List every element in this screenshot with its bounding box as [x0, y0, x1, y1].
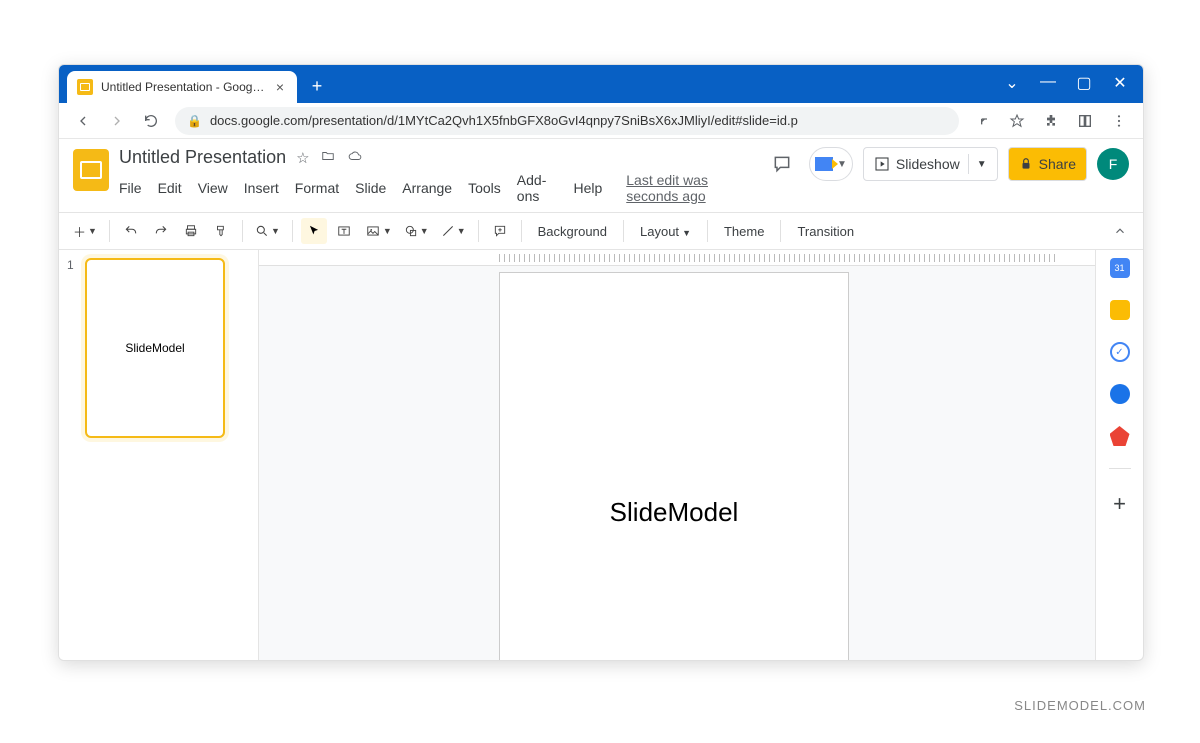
- keep-icon[interactable]: [1110, 300, 1130, 320]
- caret-down-icon: ▼: [837, 159, 847, 170]
- maximize-icon[interactable]: ▢: [1075, 73, 1093, 93]
- menu-arrange[interactable]: Arrange: [402, 180, 452, 196]
- background-button[interactable]: Background: [530, 224, 615, 239]
- slides-logo-icon[interactable]: [73, 149, 109, 191]
- transition-button[interactable]: Transition: [789, 224, 862, 239]
- slide-text: SlideModel: [610, 497, 739, 528]
- watermark: SLIDEMODEL.COM: [1014, 698, 1146, 713]
- window-controls: ⌄ — ▢ ✕: [1003, 73, 1143, 103]
- meet-button[interactable]: ▼: [809, 147, 853, 181]
- url-text: docs.google.com/presentation/d/1MYtCa2Qv…: [210, 113, 798, 128]
- thumbnail-preview: SlideModel: [85, 258, 225, 438]
- chrome-menu-icon[interactable]: [1105, 107, 1133, 135]
- maps-icon[interactable]: [1110, 426, 1130, 446]
- undo-button[interactable]: [118, 218, 144, 244]
- image-tool[interactable]: ▼: [361, 218, 396, 244]
- doc-title[interactable]: Untitled Presentation: [119, 147, 286, 168]
- collapse-toolbar-button[interactable]: [1107, 218, 1133, 244]
- slides-favicon-icon: [77, 79, 93, 95]
- meet-icon: [815, 157, 833, 171]
- textbox-tool[interactable]: [331, 218, 357, 244]
- tab-title: Untitled Presentation - Google S: [101, 80, 265, 94]
- close-window-icon[interactable]: ✕: [1111, 73, 1129, 93]
- star-icon[interactable]: ☆: [296, 149, 309, 167]
- select-tool[interactable]: [301, 218, 327, 244]
- menu-view[interactable]: View: [198, 180, 228, 196]
- tab-strip: Untitled Presentation - Google S × +: [59, 65, 331, 103]
- print-button[interactable]: [178, 218, 204, 244]
- zoom-button[interactable]: ▼: [251, 218, 284, 244]
- share-label: Share: [1039, 156, 1076, 172]
- menu-insert[interactable]: Insert: [244, 180, 279, 196]
- thumbnail-text: SlideModel: [125, 341, 184, 355]
- slide-canvas-area[interactable]: SlideModel: [259, 250, 1095, 661]
- share-button[interactable]: Share: [1008, 147, 1087, 181]
- url-input[interactable]: 🔒 docs.google.com/presentation/d/1MYtCa2…: [175, 107, 959, 135]
- menubar: File Edit View Insert Format Slide Arran…: [119, 170, 755, 206]
- avatar-initial: F: [1109, 156, 1118, 172]
- toolbar: ＋▼ ▼ ▼ ▼ ▼ Background Layout▼ Theme Tran…: [59, 212, 1143, 250]
- redo-button[interactable]: [148, 218, 174, 244]
- reload-button[interactable]: [137, 107, 165, 135]
- new-tab-button[interactable]: +: [303, 72, 331, 100]
- close-tab-icon[interactable]: ×: [273, 80, 287, 94]
- menu-slide[interactable]: Slide: [355, 180, 386, 196]
- share-url-icon[interactable]: [969, 107, 997, 135]
- move-folder-icon[interactable]: [320, 149, 336, 167]
- caret-down-icon: ▼: [977, 159, 987, 170]
- app-header: Untitled Presentation ☆ File Edit View I…: [59, 139, 1143, 206]
- new-slide-button[interactable]: ＋▼: [69, 218, 101, 244]
- line-tool[interactable]: ▼: [437, 218, 470, 244]
- workspace: 1 SlideModel SlideModel +: [59, 250, 1143, 661]
- paint-format-button[interactable]: [208, 218, 234, 244]
- add-on-plus-icon[interactable]: +: [1113, 491, 1126, 517]
- slide-canvas[interactable]: SlideModel: [499, 272, 849, 661]
- slide-thumbnail[interactable]: 1 SlideModel: [67, 258, 250, 438]
- slideshow-label: Slideshow: [896, 156, 960, 172]
- extensions-icon[interactable]: [1037, 107, 1065, 135]
- comment-tool[interactable]: [487, 218, 513, 244]
- chevron-down-icon[interactable]: ⌄: [1003, 73, 1021, 93]
- cloud-status-icon[interactable]: [346, 149, 364, 167]
- user-avatar[interactable]: F: [1097, 148, 1129, 180]
- horizontal-ruler: [259, 250, 1095, 266]
- browser-tab[interactable]: Untitled Presentation - Google S ×: [67, 71, 297, 103]
- menu-addons[interactable]: Add-ons: [517, 172, 558, 204]
- browser-window: Untitled Presentation - Google S × + ⌄ —…: [58, 64, 1144, 661]
- menu-tools[interactable]: Tools: [468, 180, 501, 196]
- slide-panel: 1 SlideModel: [59, 250, 259, 661]
- slideshow-button[interactable]: Slideshow ▼: [863, 147, 998, 181]
- last-edit-link[interactable]: Last edit was seconds ago: [626, 172, 755, 204]
- forward-button[interactable]: [103, 107, 131, 135]
- menu-edit[interactable]: Edit: [158, 180, 182, 196]
- menu-format[interactable]: Format: [295, 180, 339, 196]
- lock-icon: 🔒: [187, 114, 202, 128]
- shape-tool[interactable]: ▼: [400, 218, 433, 244]
- browser-titlebar: Untitled Presentation - Google S × + ⌄ —…: [59, 65, 1143, 103]
- contacts-icon[interactable]: [1110, 384, 1130, 404]
- layout-button[interactable]: Layout▼: [632, 224, 699, 239]
- bookmark-star-icon[interactable]: [1003, 107, 1031, 135]
- back-button[interactable]: [69, 107, 97, 135]
- tasks-icon[interactable]: [1110, 342, 1130, 362]
- menu-help[interactable]: Help: [573, 180, 602, 196]
- side-panel: +: [1095, 250, 1143, 661]
- minimize-icon[interactable]: —: [1039, 73, 1057, 93]
- theme-button[interactable]: Theme: [716, 224, 772, 239]
- address-bar: 🔒 docs.google.com/presentation/d/1MYtCa2…: [59, 103, 1143, 139]
- calendar-icon[interactable]: [1110, 258, 1130, 278]
- comments-button[interactable]: [765, 147, 799, 181]
- menu-file[interactable]: File: [119, 180, 142, 196]
- reading-list-icon[interactable]: [1071, 107, 1099, 135]
- slide-number: 1: [67, 258, 79, 438]
